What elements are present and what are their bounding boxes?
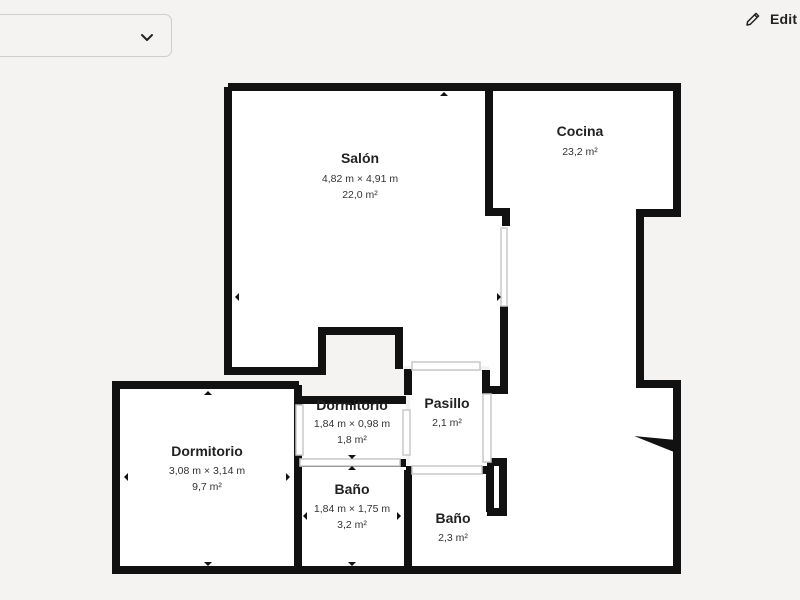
room-area-dormitorio-pequeno: 1,8 m²	[337, 434, 367, 446]
room-area-dormitorio: 9,7 m²	[192, 481, 222, 493]
room-name-bano-1: Baño	[335, 481, 370, 497]
room-dim-dormitorio: 3,08 m × 3,14 m	[169, 465, 245, 477]
room-dim-dormitorio-pequeno: 1,84 m × 0,98 m	[314, 418, 390, 430]
door-small-dorm-right	[402, 409, 411, 456]
door-pasillo-right	[482, 393, 492, 463]
room-name-pasillo: Pasillo	[424, 395, 469, 411]
room-area-salon: 22,0 m²	[342, 189, 378, 201]
room-name-cocina: Cocina	[557, 123, 604, 139]
dormitorio-floor	[119, 387, 297, 568]
door-small-dorm	[299, 458, 401, 467]
room-name-bano-2: Baño	[436, 510, 471, 526]
door-salon-pasillo	[411, 361, 481, 371]
room-dim-bano-1: 1,84 m × 1,75 m	[314, 503, 390, 515]
room-area-bano-2: 2,3 m²	[438, 532, 468, 544]
room-area-cocina: 23,2 m²	[562, 146, 598, 158]
room-dim-salon: 4,82 m × 4,91 m	[322, 173, 398, 185]
room-name-dormitorio-pequeno: Dormitorio	[316, 397, 388, 413]
room-area-pasillo: 2,1 m²	[432, 417, 462, 429]
door-small-dorm-left	[295, 404, 304, 456]
floor-plan: Salón 4,82 m × 4,91 m 22,0 m² Cocina 23,…	[112, 83, 681, 574]
room-name-salon: Salón	[341, 150, 379, 166]
room-area-bano-1: 3,2 m²	[337, 519, 367, 531]
room-name-dormitorio: Dormitorio	[171, 443, 243, 459]
window-salon-right	[500, 227, 508, 307]
cocina-floor	[489, 91, 674, 566]
door-pasillo-bottom	[411, 465, 483, 475]
